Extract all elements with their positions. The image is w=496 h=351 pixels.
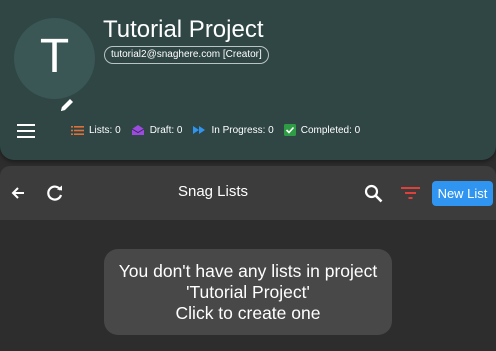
list-icon — [71, 125, 84, 135]
create-list-prompt[interactable]: You don't have any lists in project 'Tut… — [104, 249, 392, 335]
project-stats: Lists: 0 Draft: 0 In Progress: 0 Complet… — [71, 124, 370, 136]
draft-envelope-icon — [131, 125, 144, 135]
stat-in-progress: In Progress: 0 — [192, 124, 274, 136]
toolbar-title: Snag Lists — [177, 183, 249, 200]
stat-label: Draft: 0 — [149, 124, 183, 136]
new-list-button[interactable]: New List — [432, 181, 493, 206]
stat-draft: Draft: 0 — [131, 124, 183, 136]
stat-label: Lists: 0 — [89, 124, 121, 136]
avatar-letter: T — [39, 30, 70, 83]
project-avatar[interactable]: T — [14, 18, 95, 111]
filter-icon[interactable] — [401, 186, 420, 200]
owner-chip: tutorial2@snaghere.com [Creator] — [104, 46, 269, 64]
project-title: Tutorial Project — [103, 16, 264, 43]
check-box-icon — [283, 124, 296, 136]
fast-forward-icon — [193, 126, 206, 134]
edit-pencil-icon[interactable] — [58, 96, 76, 114]
stat-label: In Progress: 0 — [211, 124, 274, 136]
back-arrow-icon[interactable] — [10, 185, 26, 201]
refresh-icon[interactable] — [45, 183, 65, 203]
snag-lists-toolbar: Snag Lists New List — [0, 166, 496, 220]
stat-completed: Completed: 0 — [283, 124, 361, 136]
stat-label: Completed: 0 — [300, 124, 361, 136]
menu-icon[interactable] — [15, 123, 37, 139]
project-header: T Tutorial Project tutorial2@snaghere.co… — [0, 0, 496, 160]
stat-lists: Lists: 0 — [71, 125, 121, 136]
empty-message-line: 'Tutorial Project' — [186, 282, 310, 302]
empty-message-line: You don't have any lists in project — [118, 261, 378, 281]
empty-message-line: Click to create one — [175, 303, 321, 323]
search-icon[interactable] — [364, 184, 383, 203]
